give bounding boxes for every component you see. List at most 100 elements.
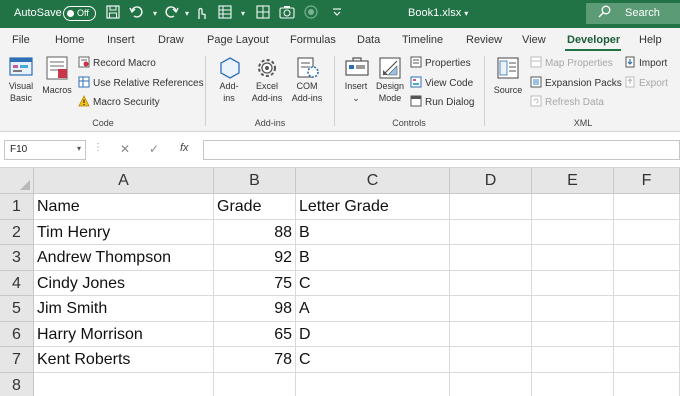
macros-button[interactable]: Macros: [40, 56, 74, 96]
excel-add-ins-button[interactable]: Excel Add-ins: [248, 56, 286, 104]
cell-d3[interactable]: [450, 245, 532, 271]
cell-c3[interactable]: B: [296, 245, 450, 271]
cell-f3[interactable]: [614, 245, 680, 271]
column-header-f[interactable]: F: [614, 168, 680, 194]
refresh-data-button[interactable]: Refresh Data: [530, 95, 604, 111]
run-dialog-button[interactable]: Run Dialog: [410, 95, 474, 111]
tab-developer[interactable]: Developer: [567, 34, 620, 46]
cell-c5[interactable]: A: [296, 296, 450, 322]
visual-basic-button[interactable]: Visual Basic: [4, 56, 38, 104]
row-header[interactable]: 6: [0, 321, 34, 347]
use-relative-references-button[interactable]: Use Relative References: [78, 76, 204, 92]
cell-a8[interactable]: [34, 372, 214, 396]
insert-control-button[interactable]: Insert ⌄: [340, 56, 372, 104]
cell-c8[interactable]: [296, 372, 450, 396]
record-icon[interactable]: [302, 5, 320, 23]
cancel-icon[interactable]: ✕: [120, 142, 130, 156]
properties-button[interactable]: Properties: [410, 56, 471, 72]
save-icon[interactable]: [104, 5, 122, 23]
cell-a5[interactable]: Jim Smith: [34, 296, 214, 322]
cell-f8[interactable]: [614, 372, 680, 396]
tab-view[interactable]: View: [522, 34, 546, 46]
cell-a2[interactable]: Tim Henry: [34, 219, 214, 245]
select-all-button[interactable]: [0, 168, 34, 194]
macro-security-button[interactable]: Macro Security: [78, 95, 160, 111]
insert-function-button[interactable]: fx: [180, 142, 189, 154]
design-mode-button[interactable]: Design Mode: [372, 56, 408, 104]
cell-b1[interactable]: Grade: [214, 194, 296, 220]
tab-formulas[interactable]: Formulas: [290, 34, 336, 46]
row-header[interactable]: 1: [0, 194, 34, 220]
cell-e3[interactable]: [532, 245, 614, 271]
more-options-icon[interactable]: ⋮: [93, 142, 103, 153]
touch-mode-icon[interactable]: [192, 5, 210, 23]
tab-review[interactable]: Review: [466, 34, 502, 46]
column-header-a[interactable]: A: [34, 168, 214, 194]
cell-c2[interactable]: B: [296, 219, 450, 245]
autosave-toggle[interactable]: Off: [63, 6, 96, 21]
cell-f7[interactable]: [614, 347, 680, 373]
undo-icon[interactable]: [128, 5, 146, 23]
expansion-packs-button[interactable]: Expansion Packs: [530, 76, 622, 92]
xml-source-button[interactable]: Source: [490, 56, 526, 96]
cell-e6[interactable]: [532, 321, 614, 347]
cell-e5[interactable]: [532, 296, 614, 322]
column-header-c[interactable]: C: [296, 168, 450, 194]
cell-b8[interactable]: [214, 372, 296, 396]
cell-f4[interactable]: [614, 270, 680, 296]
import-button[interactable]: Import: [624, 56, 667, 72]
file-name[interactable]: Book1.xlsx ▾: [408, 7, 468, 19]
row-header[interactable]: 7: [0, 347, 34, 373]
cell-e4[interactable]: [532, 270, 614, 296]
cell-f2[interactable]: [614, 219, 680, 245]
cell-a4[interactable]: Cindy Jones: [34, 270, 214, 296]
cell-d5[interactable]: [450, 296, 532, 322]
form-icon[interactable]: [216, 5, 234, 23]
formula-input[interactable]: [203, 140, 680, 160]
cell-c4[interactable]: C: [296, 270, 450, 296]
cell-a7[interactable]: Kent Roberts: [34, 347, 214, 373]
row-header[interactable]: 5: [0, 296, 34, 322]
cell-e1[interactable]: [532, 194, 614, 220]
form-dropdown-icon[interactable]: ▾: [234, 5, 252, 23]
borders-icon[interactable]: [254, 5, 272, 23]
cell-d4[interactable]: [450, 270, 532, 296]
row-header[interactable]: 2: [0, 219, 34, 245]
cell-f6[interactable]: [614, 321, 680, 347]
cell-b4[interactable]: 75: [214, 270, 296, 296]
cell-d7[interactable]: [450, 347, 532, 373]
map-properties-button[interactable]: Map Properties: [530, 56, 613, 72]
cell-a1[interactable]: Name: [34, 194, 214, 220]
tab-data[interactable]: Data: [357, 34, 380, 46]
cell-d6[interactable]: [450, 321, 532, 347]
cell-b7[interactable]: 78: [214, 347, 296, 373]
cell-f1[interactable]: [614, 194, 680, 220]
export-button[interactable]: Export: [624, 76, 668, 92]
tab-draw[interactable]: Draw: [158, 34, 184, 46]
row-header[interactable]: 3: [0, 245, 34, 271]
tab-file[interactable]: File: [12, 34, 30, 46]
enter-icon[interactable]: ✓: [149, 142, 159, 156]
tab-page-layout[interactable]: Page Layout: [207, 34, 269, 46]
cell-c6[interactable]: D: [296, 321, 450, 347]
column-header-b[interactable]: B: [214, 168, 296, 194]
tab-help[interactable]: Help: [639, 34, 662, 46]
com-add-ins-button[interactable]: COM Add-ins: [288, 56, 326, 104]
cell-c7[interactable]: C: [296, 347, 450, 373]
cell-e8[interactable]: [532, 372, 614, 396]
cell-e7[interactable]: [532, 347, 614, 373]
cell-a3[interactable]: Andrew Thompson: [34, 245, 214, 271]
cell-f5[interactable]: [614, 296, 680, 322]
cell-b3[interactable]: 92: [214, 245, 296, 271]
cell-a6[interactable]: Harry Morrison: [34, 321, 214, 347]
add-ins-button[interactable]: Add- ins: [212, 56, 246, 104]
cell-c1[interactable]: Letter Grade: [296, 194, 450, 220]
tab-insert[interactable]: Insert: [107, 34, 135, 46]
record-macro-button[interactable]: Record Macro: [78, 56, 156, 72]
name-box[interactable]: F10 ▾: [4, 140, 86, 160]
cell-d1[interactable]: [450, 194, 532, 220]
column-header-d[interactable]: D: [450, 168, 532, 194]
cell-d2[interactable]: [450, 219, 532, 245]
row-header[interactable]: 4: [0, 270, 34, 296]
view-code-button[interactable]: View Code: [410, 76, 473, 92]
